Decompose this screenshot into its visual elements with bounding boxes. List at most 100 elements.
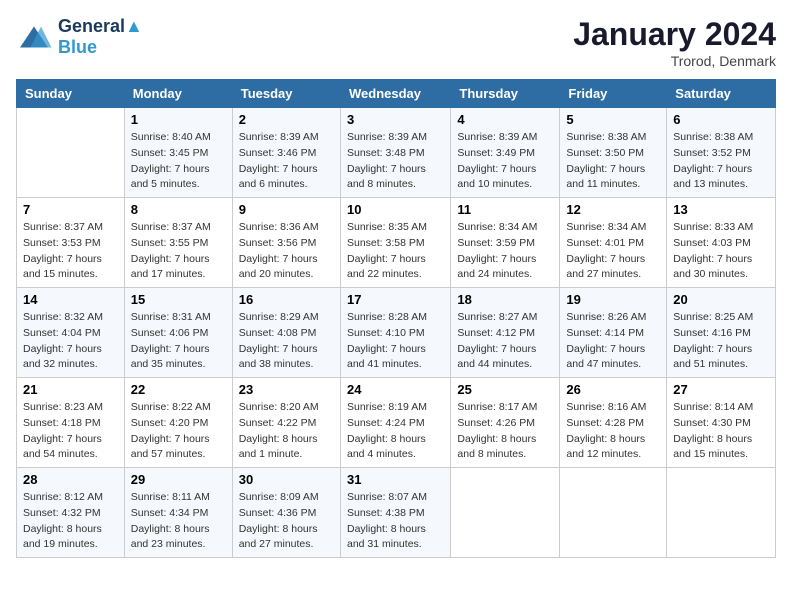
weekday-header-saturday: Saturday bbox=[667, 80, 776, 108]
day-number: 24 bbox=[347, 382, 444, 397]
logo-text: General▲ Blue bbox=[58, 16, 143, 58]
day-number: 4 bbox=[457, 112, 553, 127]
day-number: 25 bbox=[457, 382, 553, 397]
calendar-cell: 21Sunrise: 8:23 AMSunset: 4:18 PMDayligh… bbox=[17, 378, 125, 468]
day-info: Sunrise: 8:14 AMSunset: 4:30 PMDaylight:… bbox=[673, 400, 769, 463]
calendar-cell bbox=[17, 108, 125, 198]
title-block: January 2024 Trorod, Denmark bbox=[573, 16, 776, 69]
day-number: 11 bbox=[457, 202, 553, 217]
day-info: Sunrise: 8:27 AMSunset: 4:12 PMDaylight:… bbox=[457, 310, 553, 373]
calendar-cell: 27Sunrise: 8:14 AMSunset: 4:30 PMDayligh… bbox=[667, 378, 776, 468]
day-info: Sunrise: 8:38 AMSunset: 3:52 PMDaylight:… bbox=[673, 130, 769, 193]
page-header: General▲ Blue January 2024 Trorod, Denma… bbox=[16, 16, 776, 69]
day-info: Sunrise: 8:35 AMSunset: 3:58 PMDaylight:… bbox=[347, 220, 444, 283]
day-number: 20 bbox=[673, 292, 769, 307]
day-info: Sunrise: 8:16 AMSunset: 4:28 PMDaylight:… bbox=[566, 400, 660, 463]
day-info: Sunrise: 8:17 AMSunset: 4:26 PMDaylight:… bbox=[457, 400, 553, 463]
calendar-cell: 1 Sunrise: 8:40 AMSunset: 3:45 PMDaylight… bbox=[124, 108, 232, 198]
weekday-header-tuesday: Tuesday bbox=[232, 80, 340, 108]
calendar-cell: 13 Sunrise: 8:33 AMSunset: 4:03 PMDayligh… bbox=[667, 198, 776, 288]
day-number: 30 bbox=[239, 472, 334, 487]
calendar-week-5: 28Sunrise: 8:12 AMSunset: 4:32 PMDayligh… bbox=[17, 468, 776, 558]
day-info: Sunrise: 8:28 AMSunset: 4:10 PMDaylight:… bbox=[347, 310, 444, 373]
calendar-cell: 17 Sunrise: 8:28 AMSunset: 4:10 PMDayligh… bbox=[340, 288, 450, 378]
day-number: 28 bbox=[23, 472, 118, 487]
calendar-cell: 23Sunrise: 8:20 AMSunset: 4:22 PMDayligh… bbox=[232, 378, 340, 468]
weekday-header-friday: Friday bbox=[560, 80, 667, 108]
calendar-cell: 25 Sunrise: 8:17 AMSunset: 4:26 PMDayligh… bbox=[451, 378, 560, 468]
calendar-cell: 8 Sunrise: 8:37 AMSunset: 3:55 PMDaylight… bbox=[124, 198, 232, 288]
day-info: Sunrise: 8:07 AMSunset: 4:38 PMDaylight:… bbox=[347, 490, 444, 553]
calendar-cell: 15 Sunrise: 8:31 AMSunset: 4:06 PMDayligh… bbox=[124, 288, 232, 378]
day-info: Sunrise: 8:37 AMSunset: 3:53 PMDaylight:… bbox=[23, 220, 118, 283]
day-number: 2 bbox=[239, 112, 334, 127]
calendar-cell bbox=[560, 468, 667, 558]
weekday-header-row: SundayMondayTuesdayWednesdayThursdayFrid… bbox=[17, 80, 776, 108]
day-info: Sunrise: 8:37 AMSunset: 3:55 PMDaylight:… bbox=[131, 220, 226, 283]
calendar-cell: 28Sunrise: 8:12 AMSunset: 4:32 PMDayligh… bbox=[17, 468, 125, 558]
calendar-week-4: 21Sunrise: 8:23 AMSunset: 4:18 PMDayligh… bbox=[17, 378, 776, 468]
calendar-cell bbox=[667, 468, 776, 558]
calendar-cell: 24 Sunrise: 8:19 AMSunset: 4:24 PMDayligh… bbox=[340, 378, 450, 468]
day-info: Sunrise: 8:19 AMSunset: 4:24 PMDaylight:… bbox=[347, 400, 444, 463]
calendar-week-1: 1 Sunrise: 8:40 AMSunset: 3:45 PMDaylight… bbox=[17, 108, 776, 198]
day-info: Sunrise: 8:11 AMSunset: 4:34 PMDaylight:… bbox=[131, 490, 226, 553]
calendar-cell: 31Sunrise: 8:07 AMSunset: 4:38 PMDayligh… bbox=[340, 468, 450, 558]
day-info: Sunrise: 8:31 AMSunset: 4:06 PMDaylight:… bbox=[131, 310, 226, 373]
day-info: Sunrise: 8:39 AMSunset: 3:46 PMDaylight:… bbox=[239, 130, 334, 193]
day-info: Sunrise: 8:20 AMSunset: 4:22 PMDaylight:… bbox=[239, 400, 334, 463]
day-number: 16 bbox=[239, 292, 334, 307]
calendar-cell: 3 Sunrise: 8:39 AMSunset: 3:48 PMDaylight… bbox=[340, 108, 450, 198]
day-info: Sunrise: 8:39 AMSunset: 3:48 PMDaylight:… bbox=[347, 130, 444, 193]
calendar-week-3: 14 Sunrise: 8:32 AMSunset: 4:04 PMDayligh… bbox=[17, 288, 776, 378]
day-info: Sunrise: 8:32 AMSunset: 4:04 PMDaylight:… bbox=[23, 310, 118, 373]
calendar-cell bbox=[451, 468, 560, 558]
day-info: Sunrise: 8:40 AMSunset: 3:45 PMDaylight:… bbox=[131, 130, 226, 193]
weekday-header-wednesday: Wednesday bbox=[340, 80, 450, 108]
day-info: Sunrise: 8:23 AMSunset: 4:18 PMDaylight:… bbox=[23, 400, 118, 463]
calendar-cell: 14 Sunrise: 8:32 AMSunset: 4:04 PMDayligh… bbox=[17, 288, 125, 378]
day-number: 22 bbox=[131, 382, 226, 397]
calendar-cell: 12Sunrise: 8:34 AMSunset: 4:01 PMDayligh… bbox=[560, 198, 667, 288]
day-info: Sunrise: 8:29 AMSunset: 4:08 PMDaylight:… bbox=[239, 310, 334, 373]
day-info: Sunrise: 8:34 AMSunset: 3:59 PMDaylight:… bbox=[457, 220, 553, 283]
day-number: 19 bbox=[566, 292, 660, 307]
day-number: 18 bbox=[457, 292, 553, 307]
calendar-cell: 20 Sunrise: 8:25 AMSunset: 4:16 PMDayligh… bbox=[667, 288, 776, 378]
calendar-table: SundayMondayTuesdayWednesdayThursdayFrid… bbox=[16, 79, 776, 558]
day-number: 15 bbox=[131, 292, 226, 307]
calendar-cell: 26Sunrise: 8:16 AMSunset: 4:28 PMDayligh… bbox=[560, 378, 667, 468]
calendar-cell: 18 Sunrise: 8:27 AMSunset: 4:12 PMDayligh… bbox=[451, 288, 560, 378]
day-number: 29 bbox=[131, 472, 226, 487]
day-info: Sunrise: 8:33 AMSunset: 4:03 PMDaylight:… bbox=[673, 220, 769, 283]
day-info: Sunrise: 8:26 AMSunset: 4:14 PMDaylight:… bbox=[566, 310, 660, 373]
calendar-cell: 6 Sunrise: 8:38 AMSunset: 3:52 PMDaylight… bbox=[667, 108, 776, 198]
day-number: 6 bbox=[673, 112, 769, 127]
weekday-header-thursday: Thursday bbox=[451, 80, 560, 108]
day-info: Sunrise: 8:38 AMSunset: 3:50 PMDaylight:… bbox=[566, 130, 660, 193]
calendar-cell: 9Sunrise: 8:36 AMSunset: 3:56 PMDaylight… bbox=[232, 198, 340, 288]
day-number: 3 bbox=[347, 112, 444, 127]
logo: General▲ Blue bbox=[16, 16, 143, 58]
day-number: 8 bbox=[131, 202, 226, 217]
day-number: 17 bbox=[347, 292, 444, 307]
calendar-cell: 22 Sunrise: 8:22 AMSunset: 4:20 PMDayligh… bbox=[124, 378, 232, 468]
day-info: Sunrise: 8:39 AMSunset: 3:49 PMDaylight:… bbox=[457, 130, 553, 193]
calendar-cell: 30 Sunrise: 8:09 AMSunset: 4:36 PMDayligh… bbox=[232, 468, 340, 558]
day-number: 14 bbox=[23, 292, 118, 307]
calendar-cell: 7Sunrise: 8:37 AMSunset: 3:53 PMDaylight… bbox=[17, 198, 125, 288]
day-number: 13 bbox=[673, 202, 769, 217]
day-info: Sunrise: 8:22 AMSunset: 4:20 PMDaylight:… bbox=[131, 400, 226, 463]
day-number: 12 bbox=[566, 202, 660, 217]
weekday-header-monday: Monday bbox=[124, 80, 232, 108]
day-number: 10 bbox=[347, 202, 444, 217]
calendar-cell: 11 Sunrise: 8:34 AMSunset: 3:59 PMDayligh… bbox=[451, 198, 560, 288]
weekday-header-sunday: Sunday bbox=[17, 80, 125, 108]
day-info: Sunrise: 8:25 AMSunset: 4:16 PMDaylight:… bbox=[673, 310, 769, 373]
day-number: 1 bbox=[131, 112, 226, 127]
location: Trorod, Denmark bbox=[573, 53, 776, 69]
day-info: Sunrise: 8:09 AMSunset: 4:36 PMDaylight:… bbox=[239, 490, 334, 553]
day-number: 5 bbox=[566, 112, 660, 127]
calendar-cell: 29 Sunrise: 8:11 AMSunset: 4:34 PMDayligh… bbox=[124, 468, 232, 558]
calendar-cell: 4 Sunrise: 8:39 AMSunset: 3:49 PMDaylight… bbox=[451, 108, 560, 198]
